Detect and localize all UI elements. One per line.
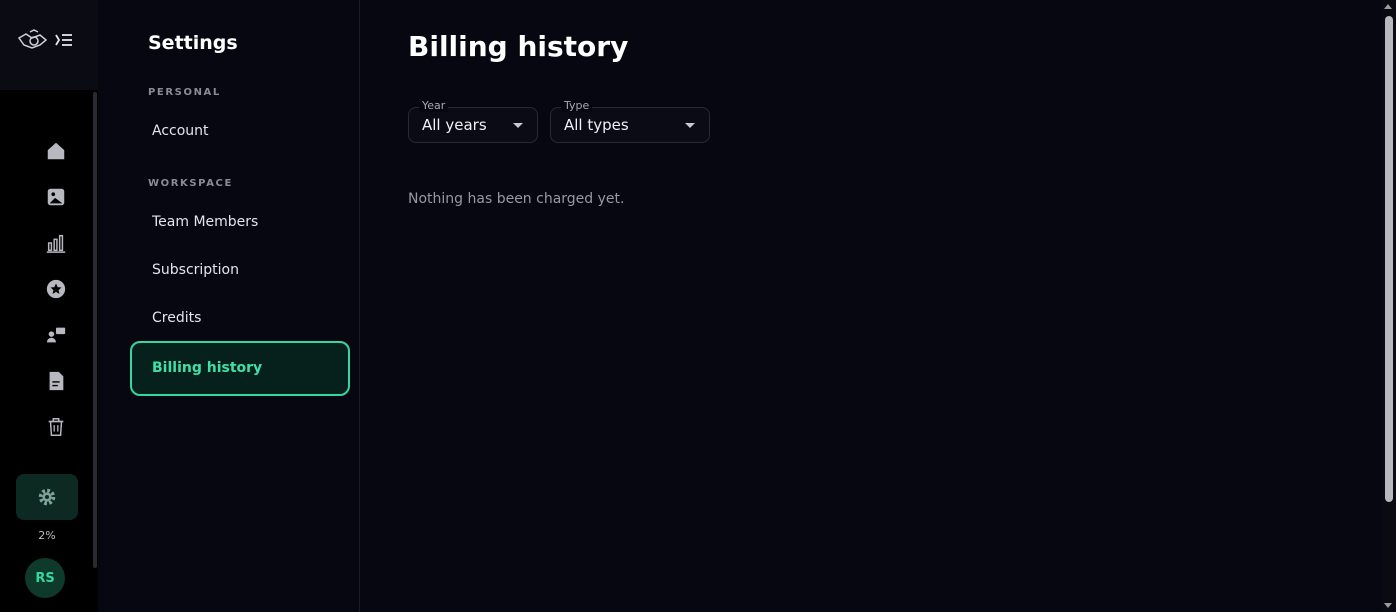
page-title: Billing history: [408, 30, 629, 63]
year-select-label: Year: [419, 99, 449, 112]
nav-item-billing-history-label: Billing history: [152, 360, 263, 376]
settings-title: Settings: [148, 32, 238, 54]
users-icon[interactable]: [44, 323, 68, 347]
empty-state-message: Nothing has been charged yet.: [408, 191, 625, 207]
nav-item-subscription[interactable]: Subscription: [152, 262, 239, 278]
page-scrollbar[interactable]: [1382, 0, 1396, 612]
rail-header: [0, 0, 98, 90]
image-icon[interactable]: [44, 185, 68, 209]
chevron-down-icon: [685, 123, 695, 128]
scroll-down-arrow-icon[interactable]: [1384, 603, 1392, 608]
chart-icon[interactable]: [44, 231, 68, 255]
document-icon[interactable]: [44, 369, 68, 393]
scroll-thumb[interactable]: [1385, 16, 1393, 502]
chevron-down-icon: [513, 123, 523, 128]
nav-item-account[interactable]: Account: [152, 123, 209, 139]
avatar[interactable]: RS: [25, 558, 65, 598]
nav-item-credits[interactable]: Credits: [152, 310, 201, 326]
star-icon[interactable]: [44, 277, 68, 301]
logo-icon[interactable]: [16, 28, 48, 52]
home-icon[interactable]: [44, 139, 68, 163]
year-select[interactable]: Year All years: [408, 99, 538, 143]
usage-percent: 2%: [38, 529, 56, 542]
year-select-value: All years: [422, 116, 487, 134]
nav-item-team-members[interactable]: Team Members: [152, 214, 258, 230]
type-select-label: Type: [561, 99, 593, 112]
settings-button[interactable]: [16, 474, 78, 520]
nav-item-billing-history[interactable]: Billing history: [130, 341, 350, 396]
settings-nav: Settings PERSONAL Account WORKSPACE Team…: [98, 0, 360, 612]
scroll-up-arrow-icon[interactable]: [1384, 4, 1392, 9]
collapse-menu-icon[interactable]: [55, 32, 73, 48]
type-select-value: All types: [564, 116, 629, 134]
type-select[interactable]: Type All types: [550, 99, 710, 143]
gear-icon: [38, 488, 56, 506]
rail-scrollbar[interactable]: [93, 92, 97, 568]
section-label-workspace: WORKSPACE: [148, 178, 233, 189]
trash-icon[interactable]: [44, 415, 68, 439]
icon-rail: 2% RS: [0, 0, 98, 612]
section-label-personal: PERSONAL: [148, 87, 221, 98]
